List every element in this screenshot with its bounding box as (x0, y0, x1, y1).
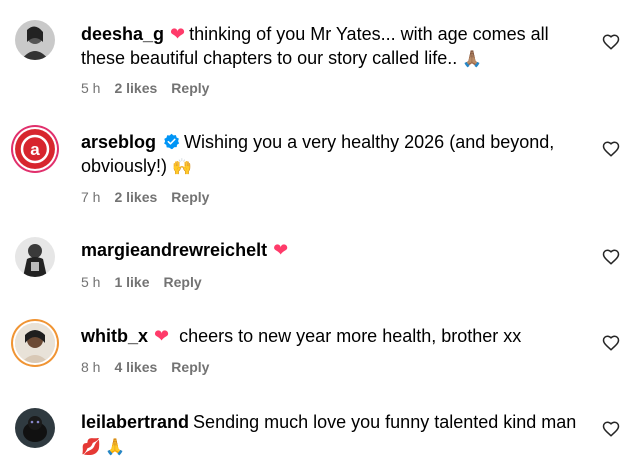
likes-count[interactable]: 1 like (114, 274, 149, 290)
comment-body: margieandrewreichelt ❤ (81, 238, 581, 262)
likes-count[interactable]: 2 likes (114, 80, 157, 96)
timestamp: 5 h (81, 80, 101, 96)
heart-emoji-icon: ❤ (154, 326, 170, 346)
like-heart-icon[interactable] (602, 334, 620, 352)
kiss-and-folded-hands-emoji-icon: 💋 🙏 (81, 439, 126, 456)
svg-text:a: a (30, 140, 40, 159)
comment-body: leilabertrand Sending much love you funny… (81, 410, 581, 460)
raising-hands-emoji-icon: 🙌 (172, 159, 192, 176)
comment-text: Sending much love you funny talented kin… (193, 412, 577, 432)
like-heart-icon[interactable] (602, 140, 620, 158)
reply-button[interactable]: Reply (164, 274, 202, 290)
comment-meta: 8 h 4 likes Reply (81, 359, 209, 375)
heart-emoji-icon: ❤ (273, 240, 289, 260)
like-heart-icon[interactable] (602, 248, 620, 266)
like-heart-icon[interactable] (602, 420, 620, 438)
username[interactable]: deesha_g (81, 24, 164, 44)
comment-body: arseblog Wishing you a very healthy 2026… (81, 130, 581, 180)
reply-button[interactable]: Reply (171, 80, 209, 96)
comment-body: whitb_x ❤ cheers to new year more health, … (81, 324, 581, 348)
username[interactable]: leilabertrand (81, 412, 189, 432)
comments-list: deesha_g ❤ thinking of you Mr Yates... wit… (0, 0, 634, 470)
folded-hands-emoji-icon: 🙏🏽 (462, 51, 483, 68)
comment-meta: 5 h 1 like Reply (81, 274, 202, 290)
avatar[interactable] (15, 237, 55, 277)
timestamp: 5 h (81, 274, 101, 290)
avatar[interactable]: a (15, 129, 55, 169)
username[interactable]: whitb_x (81, 326, 148, 346)
timestamp: 7 h (81, 189, 101, 205)
username[interactable]: arseblog (81, 132, 156, 152)
avatar[interactable] (15, 20, 55, 60)
likes-count[interactable]: 2 likes (114, 189, 157, 205)
avatar[interactable] (15, 323, 55, 363)
reply-button[interactable]: Reply (171, 359, 209, 375)
like-heart-icon[interactable] (602, 33, 620, 51)
comment-text: cheers to new year more health, brother … (179, 326, 522, 346)
username[interactable]: margieandrewreichelt (81, 240, 267, 260)
heart-emoji-icon: ❤ (170, 24, 186, 44)
comment-meta: 5 h 2 likes Reply (81, 80, 209, 96)
timestamp: 8 h (81, 359, 101, 375)
verified-badge-icon (164, 133, 180, 150)
reply-button[interactable]: Reply (171, 189, 209, 205)
comment-meta: 7 h 2 likes Reply (81, 189, 209, 205)
avatar[interactable] (15, 408, 55, 448)
likes-count[interactable]: 4 likes (114, 359, 157, 375)
comment-body: deesha_g ❤ thinking of you Mr Yates... wit… (81, 22, 581, 72)
